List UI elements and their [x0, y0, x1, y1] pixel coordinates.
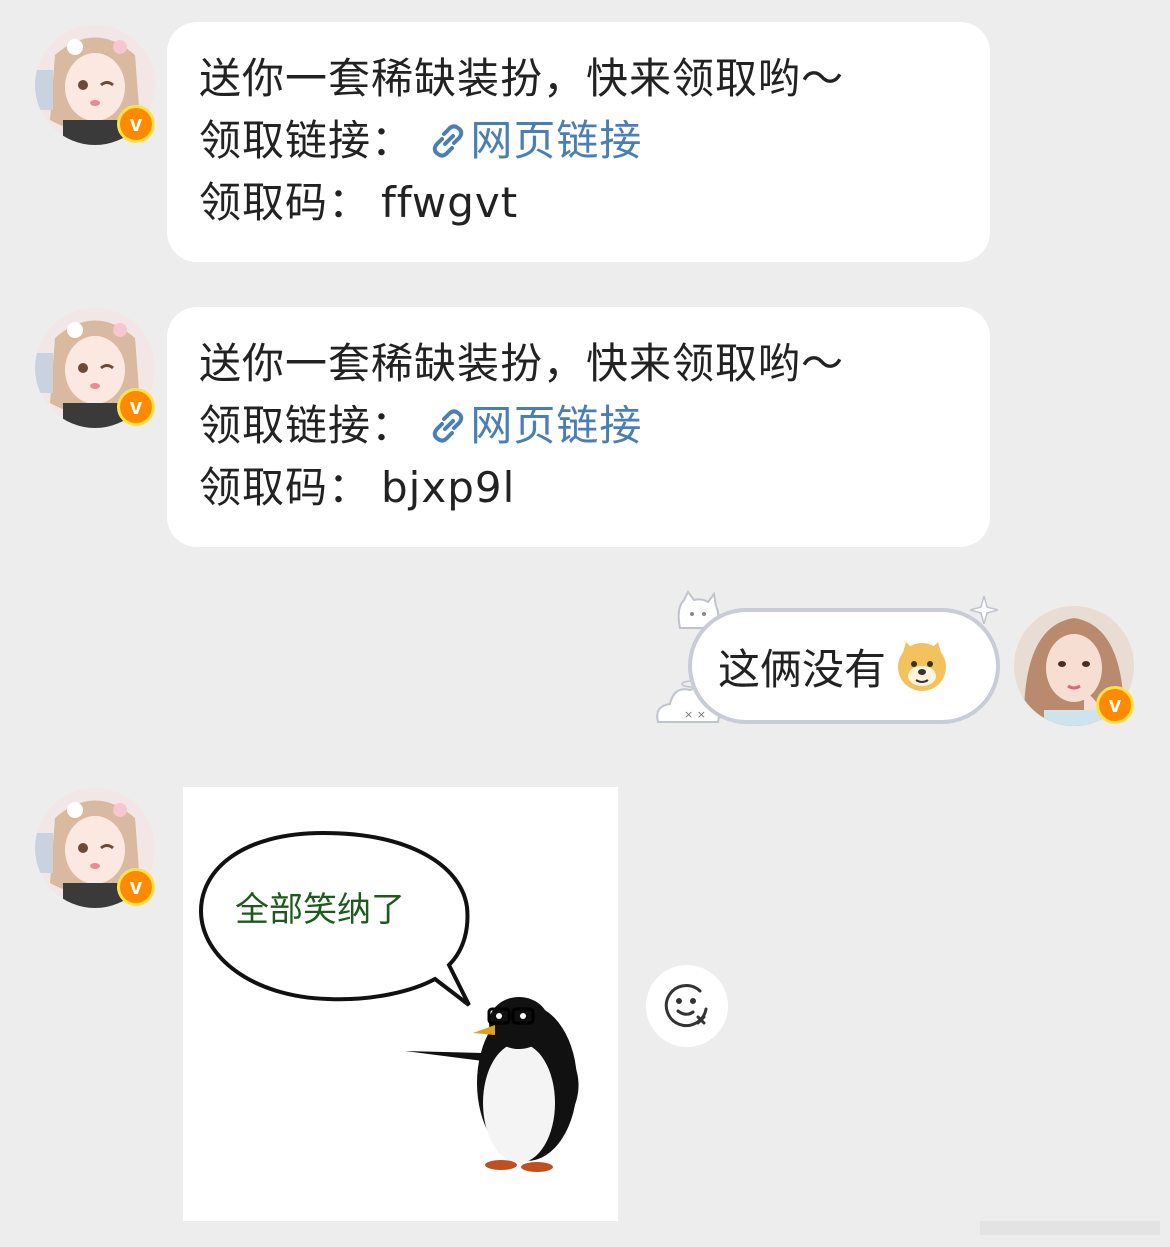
code-label: 领取码：: [199, 178, 372, 227]
doge-emoji: [898, 642, 947, 691]
link-text[interactable]: 网页链接: [470, 116, 642, 165]
message-bubble[interactable]: 送你一套稀缺装扮，快来领取哟～ 领取链接： 网页链接 领取码： bjxp9l: [167, 307, 990, 547]
verified-badge-icon: v: [117, 868, 155, 906]
svg-text:× ×: × ×: [684, 708, 706, 721]
add-reaction-button[interactable]: [646, 965, 728, 1047]
claim-code: bjxp9l: [381, 463, 516, 512]
link-icon: [433, 124, 464, 158]
link-text[interactable]: 网页链接: [470, 401, 642, 450]
link-label: 领取链接：: [199, 116, 415, 165]
sender-avatar[interactable]: v: [35, 788, 155, 908]
meme-image: 全部笑纳了: [183, 787, 618, 1221]
meme-caption: 全部笑纳了: [235, 890, 405, 930]
verified-badge-icon: v: [117, 388, 155, 426]
message-text: 送你一套稀缺装扮，快来领取哟～: [199, 54, 845, 103]
sent-message-bubble[interactable]: 这俩没有: [688, 608, 1000, 724]
sender-avatar[interactable]: v: [35, 25, 155, 145]
image-message[interactable]: 全部笑纳了: [183, 787, 618, 1221]
my-avatar[interactable]: v: [1014, 606, 1134, 726]
add-reaction-icon: [664, 984, 708, 1028]
web-link[interactable]: 网页链接: [428, 401, 642, 450]
web-link[interactable]: 网页链接: [428, 116, 642, 165]
sent-message-text: 这俩没有: [718, 644, 887, 694]
watermark-strip: [980, 1221, 1160, 1235]
message-bubble[interactable]: 送你一套稀缺装扮，快来领取哟～ 领取链接： 网页链接 领取码： ffwgvt: [167, 22, 990, 262]
code-label: 领取码：: [199, 463, 372, 512]
verified-badge-icon: v: [1096, 686, 1134, 724]
verified-badge-icon: v: [117, 105, 155, 143]
message-text: 送你一套稀缺装扮，快来领取哟～: [199, 339, 845, 388]
sender-avatar[interactable]: v: [35, 308, 155, 428]
link-label: 领取链接：: [199, 401, 415, 450]
link-icon: [433, 409, 464, 443]
claim-code: ffwgvt: [381, 178, 519, 227]
